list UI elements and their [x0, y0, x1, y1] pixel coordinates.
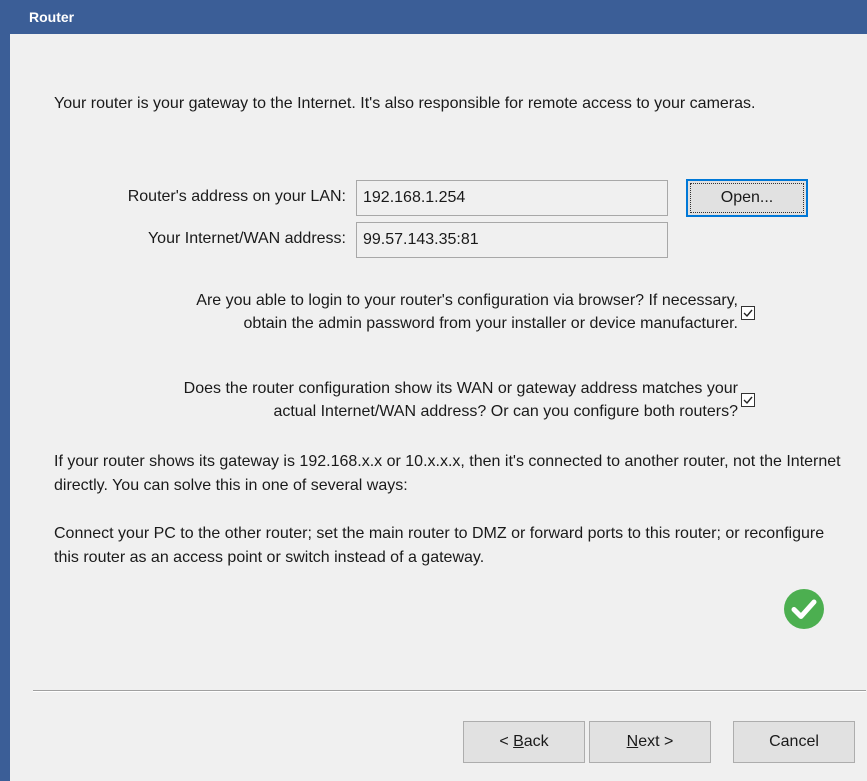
footer-divider [33, 690, 866, 692]
back-button[interactable]: < Back [463, 721, 585, 763]
next-button-accelerator: N [626, 733, 639, 750]
question-wan-match: Does the router configuration show its W… [60, 377, 738, 423]
question-router-login-line1: Are you able to login to your router's c… [196, 292, 738, 309]
cancel-button[interactable]: Cancel [733, 721, 855, 763]
question-wan-match-line2: actual Internet/WAN address? Or can you … [273, 403, 738, 420]
gateway-info-text: If your router shows its gateway is 192.… [54, 453, 841, 494]
dialog-title: Router [10, 0, 867, 34]
wan-match-checkbox[interactable] [741, 393, 755, 407]
wan-address-field[interactable]: 99.57.143.35:81 [356, 222, 668, 258]
checkmark-icon [743, 309, 753, 318]
next-button-label: ext > [638, 733, 674, 750]
intro-text: Your router is your gateway to the Inter… [54, 95, 756, 112]
wan-address-label: Your Internet/WAN address: [147, 230, 346, 247]
back-button-accelerator: B [513, 733, 524, 750]
back-button-label: ack [523, 733, 549, 750]
open-button[interactable]: Open... [686, 179, 808, 217]
lan-address-label: Router's address on your LAN: [127, 188, 346, 205]
next-button[interactable]: Next > [589, 721, 711, 763]
question-router-login-line2: obtain the admin password from your inst… [243, 315, 738, 332]
solution-info-text: Connect your PC to the other router; set… [54, 525, 825, 566]
checkmark-icon [743, 396, 753, 405]
back-button-prefix: < [499, 733, 514, 750]
lan-address-field[interactable]: 192.168.1.254 [356, 180, 668, 216]
router-login-checkbox[interactable] [741, 306, 755, 320]
question-wan-match-line1: Does the router configuration show its W… [183, 380, 738, 397]
check-circle-icon [784, 589, 824, 629]
question-router-login: Are you able to login to your router's c… [60, 289, 738, 335]
open-button-label: Open... [690, 183, 804, 213]
window-left-border [0, 0, 10, 781]
